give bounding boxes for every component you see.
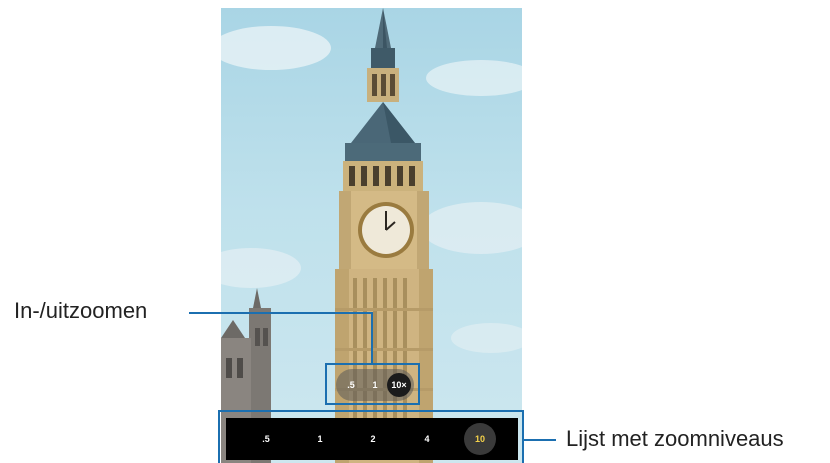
zoom-levels-callout-line (524, 439, 556, 441)
zoom-in-out-callout-box (325, 363, 420, 405)
zoom-in-out-callout-label: In-/uitzoomen (14, 298, 148, 323)
zoom-levels-callout-label: Lijst met zoomniveaus (566, 426, 784, 451)
zoom-in-out-callout-line (189, 312, 372, 314)
zoom-levels-callout-box (218, 410, 524, 463)
zoom-in-out-callout-connector (371, 312, 373, 364)
